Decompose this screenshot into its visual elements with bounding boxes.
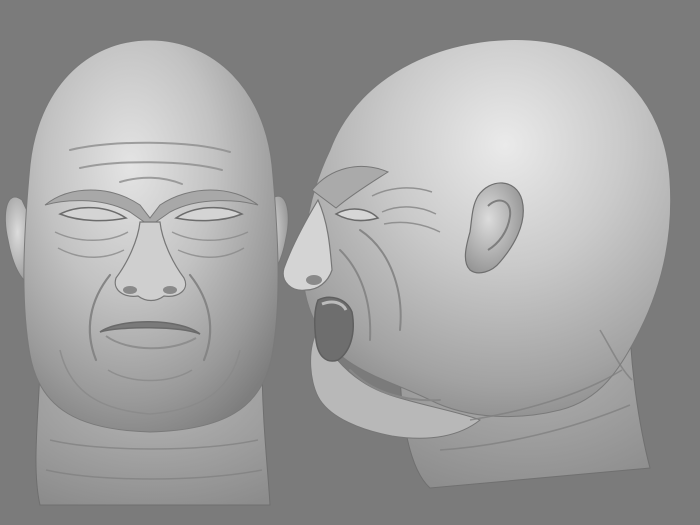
front-head — [4, 39, 289, 506]
side-head-nostril — [306, 275, 322, 285]
front-head-right-nostril — [163, 286, 177, 294]
render-viewport — [0, 0, 700, 525]
front-head-left-nostril — [123, 286, 137, 294]
sculpt-render — [0, 0, 700, 525]
